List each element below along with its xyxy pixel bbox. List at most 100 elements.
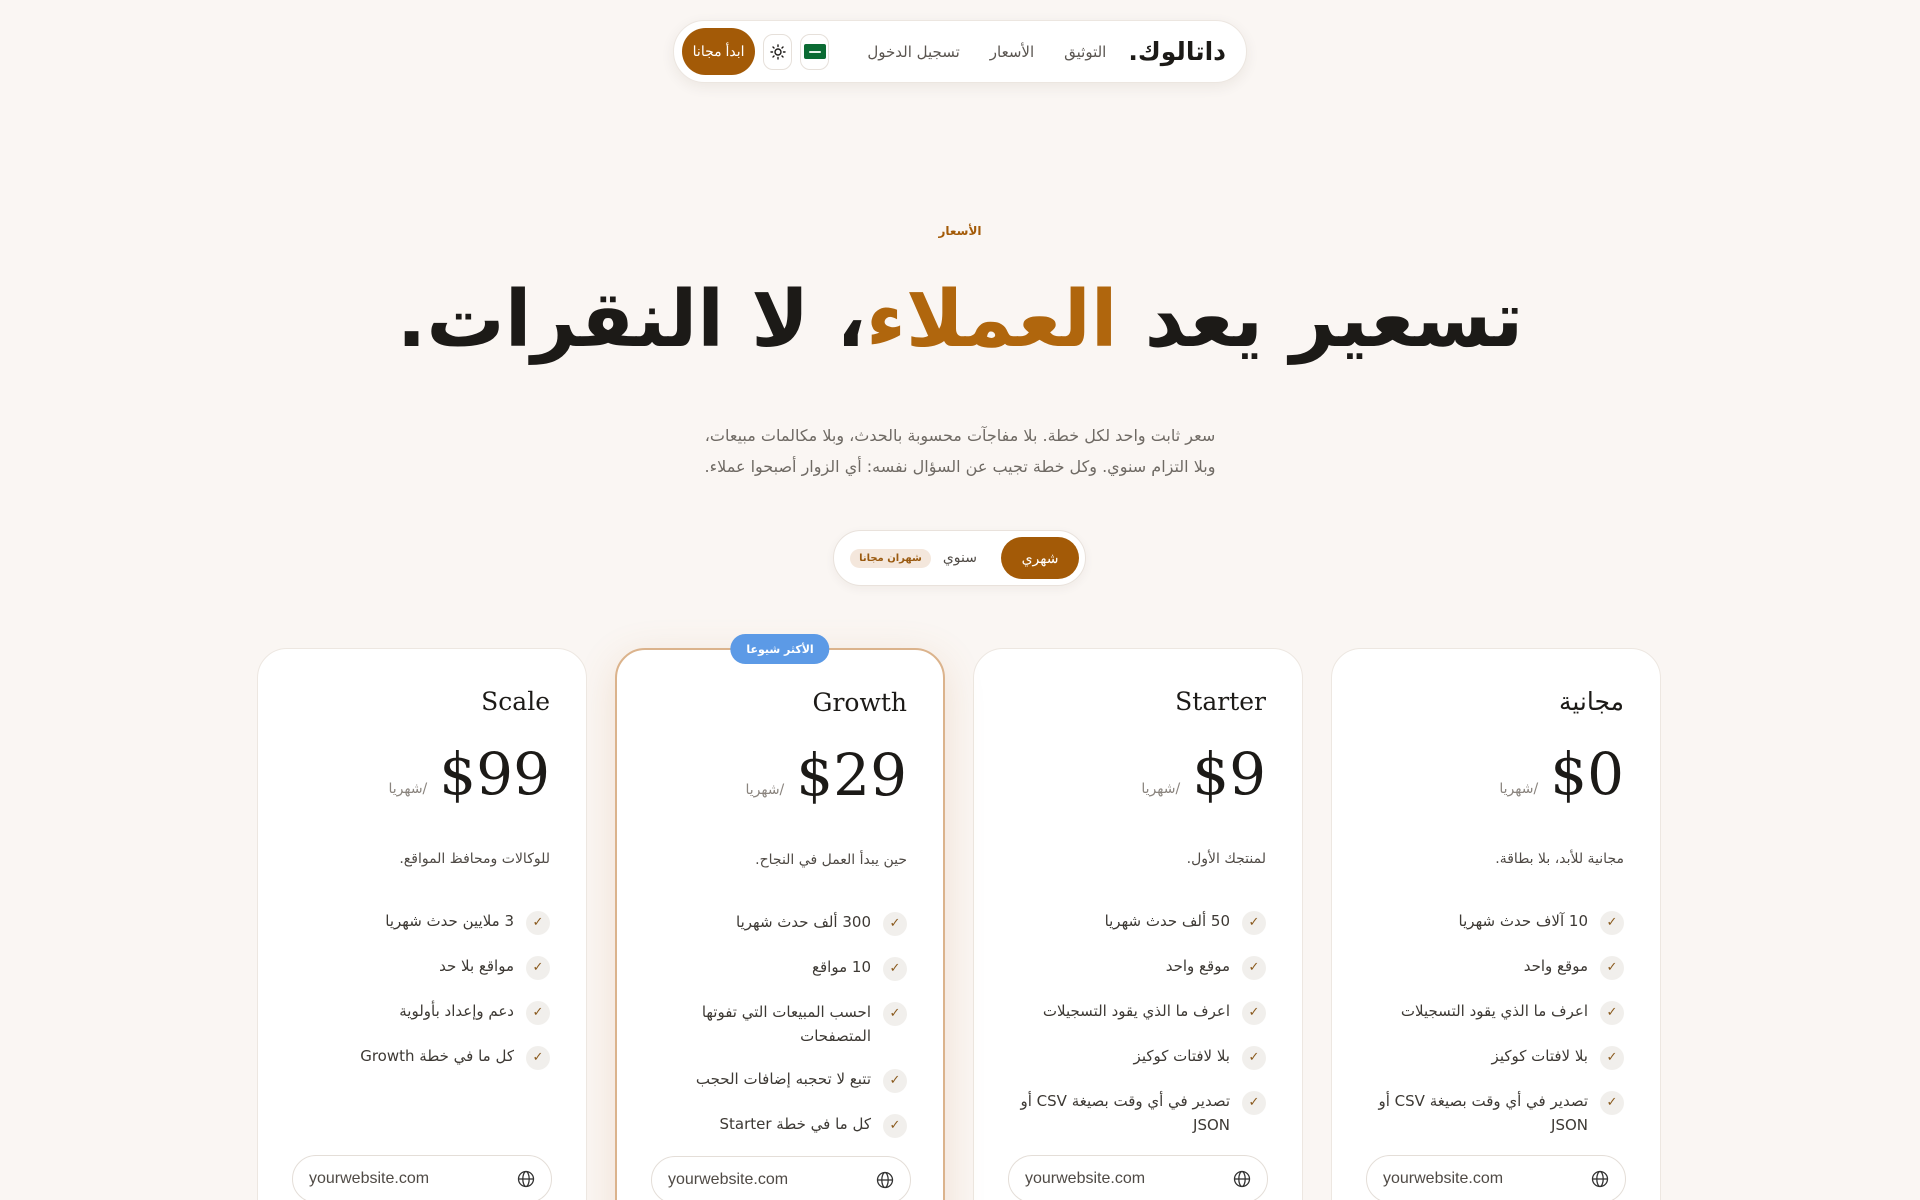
plan-price: $0: [1550, 740, 1624, 808]
check-icon: ✓: [526, 956, 550, 980]
globe-icon: [1591, 1170, 1609, 1188]
website-input[interactable]: [1025, 1170, 1215, 1188]
feature-text: كل ما في خطة Growth: [360, 1047, 514, 1065]
feature-item: ✓ 50 ألف حدث شهريا: [1010, 909, 1266, 935]
theme-toggle-button[interactable]: [763, 33, 793, 70]
check-icon: ✓: [883, 957, 907, 981]
billing-toggle: شهري سنوي شهران مجانا: [833, 530, 1086, 586]
feature-item: ✓ مواقع بلا حد: [294, 954, 550, 980]
plan-period: /شهريا: [745, 782, 785, 798]
subtitle-line-2: وبلا التزام سنوي. وكل خطة تجيب عن السؤال…: [704, 457, 1216, 476]
feature-text: بلا لافتات كوكيز: [1133, 1047, 1230, 1065]
plan-name: Starter: [1175, 687, 1266, 716]
website-input[interactable]: [1383, 1170, 1573, 1188]
check-icon: ✓: [1242, 1091, 1266, 1115]
feature-list: ✓ 3 ملايين حدث شهريا ✓ مواقع بلا حد ✓ دعم و…: [294, 909, 550, 1070]
check-icon: ✓: [1242, 911, 1266, 935]
page-subtitle: سعر ثابت واحد لكل خطة. بلا مفاجآت محسوبة…: [660, 420, 1260, 482]
feature-item: ✓ كل ما في خطة Starter: [653, 1112, 907, 1138]
website-input[interactable]: [309, 1170, 499, 1188]
check-icon: ✓: [1600, 911, 1624, 935]
nav-link-pricing[interactable]: الأسعار: [990, 43, 1034, 61]
pricing-page: داتالوك. التوثيق الأسعار تسجيل الدخول اب…: [0, 0, 1920, 1200]
feature-item: ✓ اعرف ما الذي يقود التسجيلات: [1010, 999, 1266, 1025]
plan-card-starter: Starter $9 /شهريا لمنتجك الأول. ✓ 50 ألف …: [973, 648, 1303, 1200]
check-icon: ✓: [526, 1046, 550, 1070]
check-icon: ✓: [526, 911, 550, 935]
feature-item: ✓ احسب المبيعات التي تفوتها المتصفحات: [653, 1000, 907, 1048]
check-icon: ✓: [1600, 956, 1624, 980]
feature-item: ✓ تتبع لا تحجبه إضافات الحجب: [653, 1067, 907, 1093]
feature-item: ✓ دعم وإعداد بأولوية: [294, 999, 550, 1025]
feature-text: 3 ملايين حدث شهريا: [385, 912, 514, 930]
headline-accent: العملاء: [866, 275, 1118, 365]
feature-item: ✓ بلا لافتات كوكيز: [1368, 1044, 1624, 1070]
website-field: [1366, 1155, 1626, 1200]
feature-item: ✓ تصدير في أي وقت بصيغة CSV أو JSON: [1010, 1089, 1266, 1137]
website-field: [1008, 1155, 1268, 1200]
feature-item: ✓ 3 ملايين حدث شهريا: [294, 909, 550, 935]
check-icon: ✓: [883, 912, 907, 936]
feature-list: ✓ 50 ألف حدث شهريا ✓ موقع واحد ✓ اعرف ما ال…: [1010, 909, 1266, 1137]
saudi-flag-icon: [803, 44, 826, 59]
feature-text: 10 آلاف حدث شهريا: [1458, 912, 1588, 930]
plan-card-scale: Scale $99 /شهريا للوكالات ومحافظ المواقع…: [257, 648, 587, 1200]
billing-monthly-option[interactable]: شهري: [1001, 537, 1079, 579]
nav-link-login[interactable]: تسجيل الدخول: [867, 43, 959, 61]
feature-text: بلا لافتات كوكيز: [1491, 1047, 1588, 1065]
feature-text: موقع واحد: [1523, 957, 1588, 975]
feature-text: دعم وإعداد بأولوية: [399, 1002, 514, 1020]
headline-part-1: تسعير يعد: [1117, 275, 1525, 365]
language-button[interactable]: [800, 33, 830, 70]
feature-text: تتبع لا تحجبه إضافات الحجب: [695, 1070, 871, 1088]
plan-period: /شهريا: [1141, 781, 1181, 797]
check-icon: ✓: [1600, 1046, 1624, 1070]
start-free-button[interactable]: ابدأ مجانا: [681, 28, 756, 75]
feature-list: ✓ 300 ألف حدث شهريا ✓ 10 مواقع ✓ احسب المبي…: [653, 910, 907, 1138]
feature-item: ✓ 10 آلاف حدث شهريا: [1368, 909, 1624, 935]
check-icon: ✓: [883, 1069, 907, 1093]
most-popular-badge: الأكثر شيوعا: [730, 634, 830, 664]
feature-item: ✓ تصدير في أي وقت بصيغة CSV أو JSON: [1368, 1089, 1624, 1137]
plan-card-growth: الأكثر شيوعا Growth $29 /شهريا حين يبدأ …: [615, 634, 945, 1200]
top-nav: داتالوك. التوثيق الأسعار تسجيل الدخول اب…: [673, 20, 1247, 83]
check-icon: ✓: [1242, 956, 1266, 980]
check-icon: ✓: [883, 1002, 907, 1026]
price-row: $0 /شهريا: [1368, 741, 1624, 807]
nav-link-docs[interactable]: التوثيق: [1064, 43, 1106, 61]
logo-text: داتالوك.: [1128, 37, 1226, 66]
feature-text: موقع واحد: [1165, 957, 1230, 975]
plan-name: Growth: [812, 688, 907, 717]
section-eyebrow: الأسعار: [938, 224, 982, 238]
feature-text: تصدير في أي وقت بصيغة CSV أو JSON: [1020, 1092, 1230, 1134]
subtitle-line-1: سعر ثابت واحد لكل خطة. بلا مفاجآت محسوبة…: [704, 426, 1216, 445]
globe-icon: [1233, 1170, 1251, 1188]
feature-item: ✓ كل ما في خطة Growth: [294, 1044, 550, 1070]
price-row: $99 /شهريا: [294, 741, 550, 807]
plan-name: مجانية: [1558, 687, 1624, 716]
feature-list: ✓ 10 آلاف حدث شهريا ✓ موقع واحد ✓ اعرف ما ا…: [1368, 909, 1624, 1137]
feature-item: ✓ 300 ألف حدث شهريا: [653, 910, 907, 936]
billing-yearly-label: سنوي: [942, 550, 977, 566]
plan-description: لمنتجك الأول.: [1186, 851, 1266, 867]
billing-yearly-option[interactable]: سنوي شهران مجانا: [850, 548, 977, 568]
plan-period: /شهريا: [1499, 781, 1539, 797]
plan-price: $29: [796, 741, 907, 809]
check-icon: ✓: [1600, 1001, 1624, 1025]
plan-name: Scale: [481, 687, 550, 716]
feature-item: ✓ موقع واحد: [1010, 954, 1266, 980]
sun-icon: [770, 43, 786, 60]
price-row: $9 /شهريا: [1010, 741, 1266, 807]
headline-part-2: ، لا النقرات.: [396, 275, 867, 365]
feature-text: اعرف ما الذي يقود التسجيلات: [1400, 1002, 1588, 1020]
feature-item: ✓ 10 مواقع: [653, 955, 907, 981]
page-title: تسعير يعد العملاء، لا النقرات.: [0, 270, 1920, 370]
website-input[interactable]: [668, 1171, 858, 1189]
globe-icon: [517, 1170, 535, 1188]
feature-text: 300 ألف حدث شهريا: [736, 913, 871, 931]
plan-price: $9: [1192, 740, 1266, 808]
logo[interactable]: داتالوك.: [1128, 37, 1226, 66]
check-icon: ✓: [526, 1001, 550, 1025]
feature-text: تصدير في أي وقت بصيغة CSV أو JSON: [1378, 1092, 1588, 1134]
feature-text: اعرف ما الذي يقود التسجيلات: [1042, 1002, 1230, 1020]
